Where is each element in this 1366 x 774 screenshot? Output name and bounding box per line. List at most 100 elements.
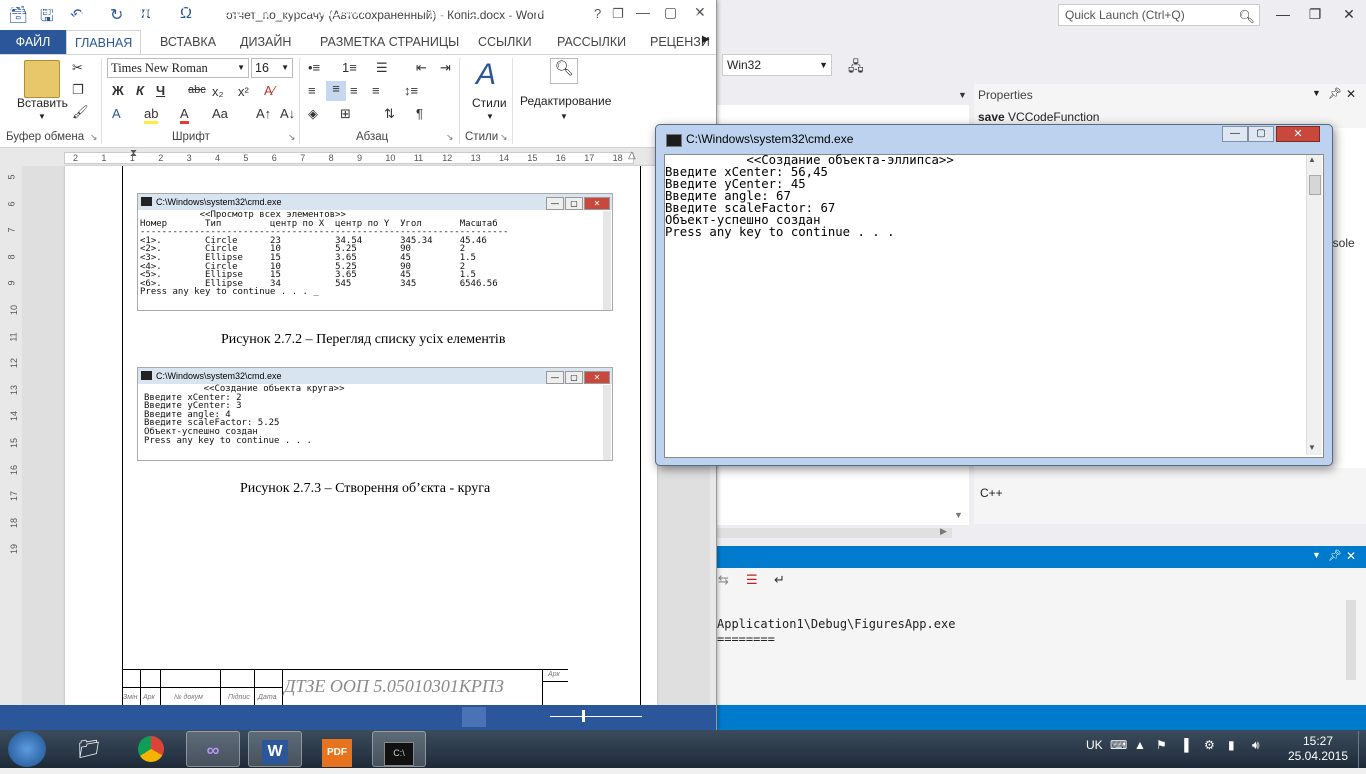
scroll-down-icon[interactable]: ▼ — [954, 510, 963, 520]
tab-home[interactable]: ГЛАВНАЯ — [66, 30, 142, 55]
cmd-taskbar-icon[interactable]: C:\ — [372, 731, 426, 767]
start-button[interactable] — [8, 731, 46, 767]
read-mode-icon[interactable]: 📖︎ — [430, 5, 445, 19]
vs-close-button[interactable]: ✕ — [1334, 4, 1364, 24]
embedded-screenshot-list[interactable]: C:\Windows\system32\cmd.exe — ▢ ✕ <<Просмо… — [137, 193, 613, 311]
align-center-icon[interactable]: ≡ — [326, 81, 346, 101]
align-right-icon[interactable]: ≡ — [350, 83, 358, 98]
cmd-scrollbar[interactable]: ▲ ▼ — [1306, 155, 1322, 455]
chevron-down-icon[interactable]: ▼ — [560, 112, 568, 121]
text-effects-icon[interactable]: A — [112, 106, 121, 121]
shading-icon[interactable]: ◈ — [308, 106, 318, 122]
tab-references[interactable]: ССЫЛКИ — [470, 30, 540, 54]
highlight-icon[interactable]: ab — [144, 106, 159, 124]
multilevel-list-icon[interactable]: ☰ — [376, 60, 388, 76]
italic-icon[interactable]: К — [136, 83, 144, 98]
dialog-launcher-icon[interactable]: ↘ — [90, 132, 98, 143]
cmd-minimize-button[interactable]: — — [1222, 126, 1248, 142]
styles-icon[interactable]: A — [476, 58, 496, 92]
zoom-slider-track[interactable] — [550, 716, 642, 717]
underline-icon[interactable]: Ч — [156, 83, 165, 98]
ribbon-display-icon[interactable]: ❐ — [612, 6, 624, 22]
horizontal-scrollbar[interactable] — [716, 528, 952, 538]
sort-icon[interactable]: ⇅ — [384, 106, 395, 122]
bold-icon[interactable]: Ж — [112, 83, 124, 98]
show-desktop-button[interactable] — [1358, 731, 1366, 768]
power-icon[interactable]: ▮ — [1228, 738, 1235, 752]
tray-icon[interactable]: ⌨ — [1110, 738, 1127, 752]
dialog-launcher-icon[interactable]: ↘ — [500, 132, 508, 143]
volume-icon[interactable]: 🔊︎ — [1252, 738, 1260, 753]
dialog-launcher-icon[interactable]: ↘ — [288, 132, 296, 143]
quick-launch-input[interactable]: Quick Launch (Ctrl+Q) 🔍︎ — [1058, 4, 1260, 26]
chevron-down-icon[interactable]: ▼ — [1312, 88, 1321, 98]
clear-formatting-icon[interactable]: A⁄ — [264, 83, 275, 98]
tab-layout[interactable]: РАЗМЕТКА СТРАНИЦЫ — [312, 30, 467, 54]
paste-button-label[interactable]: Вставить — [17, 96, 68, 110]
word-minimize-button[interactable]: — — [636, 4, 650, 20]
numbering-icon[interactable]: 1≡ — [342, 60, 357, 75]
tab-file[interactable]: ФАЙЛ — [0, 30, 66, 54]
show-formatting-icon[interactable]: ¶ — [416, 106, 423, 121]
web-layout-icon[interactable]: ▤ — [506, 5, 517, 19]
copy-icon[interactable]: ❐ — [72, 82, 84, 98]
scroll-up-icon[interactable]: ▲ — [1308, 155, 1316, 164]
decrease-indent-icon[interactable]: ⇤ — [416, 60, 427, 76]
chevron-down-icon[interactable]: ▼ — [486, 112, 494, 121]
tabs-scroll-right-icon[interactable]: ▶ — [702, 34, 710, 45]
indent-marker-icon[interactable]: ⧗ — [130, 148, 137, 159]
superscript-icon[interactable]: x² — [238, 84, 249, 99]
tray-app-icon[interactable]: ⚙ — [1204, 738, 1215, 752]
search-icon[interactable]: 🔍︎ — [1238, 7, 1255, 27]
chrome-taskbar-icon[interactable] — [124, 731, 178, 767]
clear-all-icon[interactable]: ☰ — [746, 572, 758, 588]
flag-icon[interactable]: ⚑ — [1156, 738, 1167, 752]
right-indent-marker-icon[interactable]: △ — [628, 150, 636, 161]
attach-icon[interactable]: 🖧︎ — [848, 56, 864, 80]
print-layout-icon[interactable]: ☰ — [468, 5, 479, 19]
styles-button-label[interactable]: Стили — [472, 96, 507, 110]
cut-icon[interactable]: ✂ — [72, 60, 83, 76]
help-icon[interactable]: ? — [594, 6, 601, 21]
zoom-slider-thumb[interactable] — [582, 710, 585, 722]
strikethrough-icon[interactable]: abc — [188, 84, 206, 96]
bullets-icon[interactable]: •≡ — [308, 60, 320, 75]
word-taskbar-icon[interactable]: W — [248, 731, 302, 767]
show-hidden-icons-icon[interactable]: ▲ — [1134, 738, 1146, 752]
output-scrollbar[interactable] — [1346, 600, 1356, 680]
word-count[interactable]: ЧИСЛО СЛОВ: 3502 — [132, 5, 244, 19]
proofing-icon[interactable]: 📖︎ — [254, 5, 269, 19]
ruler-strip[interactable]: 2 1 1 2 3 4 5 6 7 8 9 10 11 12 13 14 15 16 17 18 — [64, 152, 634, 164]
close-icon[interactable]: ✕ — [1346, 549, 1356, 563]
chevron-down-icon[interactable]: ▼ — [958, 90, 967, 100]
word-wrap-icon[interactable]: ↵ — [774, 572, 785, 588]
increase-indent-icon[interactable]: ⇥ — [440, 60, 451, 76]
chevron-down-icon[interactable]: ▼ — [38, 112, 46, 121]
editing-button-label[interactable]: Редактирование — [520, 94, 611, 108]
scroll-down-icon[interactable]: ▼ — [1308, 443, 1316, 452]
pin-icon[interactable]: 📌︎ — [1328, 549, 1342, 562]
embedded-screenshot-circle[interactable]: C:\Windows\system32\cmd.exe — ▢ ✕ <<Создан… — [137, 367, 613, 461]
font-size-dropdown[interactable]: 16 ▼ — [251, 58, 293, 78]
format-painter-icon[interactable]: 🖌︎ — [72, 104, 89, 120]
find-icon[interactable]: ⇆ — [718, 572, 729, 588]
cmd-maximize-button[interactable]: ▢ — [1248, 126, 1274, 142]
zoom-level[interactable]: 75% — [674, 5, 698, 19]
vs-minimize-button[interactable]: — — [1268, 4, 1298, 24]
tab-insert[interactable]: ВСТАВКА — [152, 30, 224, 54]
grow-font-icon[interactable]: A↑ — [256, 106, 271, 121]
language-tray[interactable]: UK — [1086, 738, 1103, 752]
align-left-icon[interactable]: ≡ — [308, 83, 316, 98]
change-case-icon[interactable]: Aa — [212, 106, 228, 121]
zoom-in-icon[interactable]: + — [650, 5, 657, 19]
dialog-launcher-icon[interactable]: ↘ — [446, 132, 454, 143]
visual-studio-taskbar-icon[interactable]: ∞ — [186, 731, 240, 767]
zoom-out-icon[interactable]: — — [536, 5, 548, 19]
pin-icon[interactable]: 📌︎ — [1328, 87, 1342, 100]
explorer-taskbar-icon[interactable]: 📁︎ — [62, 731, 116, 767]
subscript-icon[interactable]: x₂ — [212, 84, 224, 99]
font-color-icon[interactable]: A — [180, 106, 189, 124]
scroll-right-icon[interactable]: ▶ — [940, 526, 947, 537]
font-name-dropdown[interactable]: Times New Roman ▼ — [107, 58, 249, 78]
page-indicator[interactable]: СТРАНИЦА 18 ИЗ 18 — [10, 5, 128, 19]
